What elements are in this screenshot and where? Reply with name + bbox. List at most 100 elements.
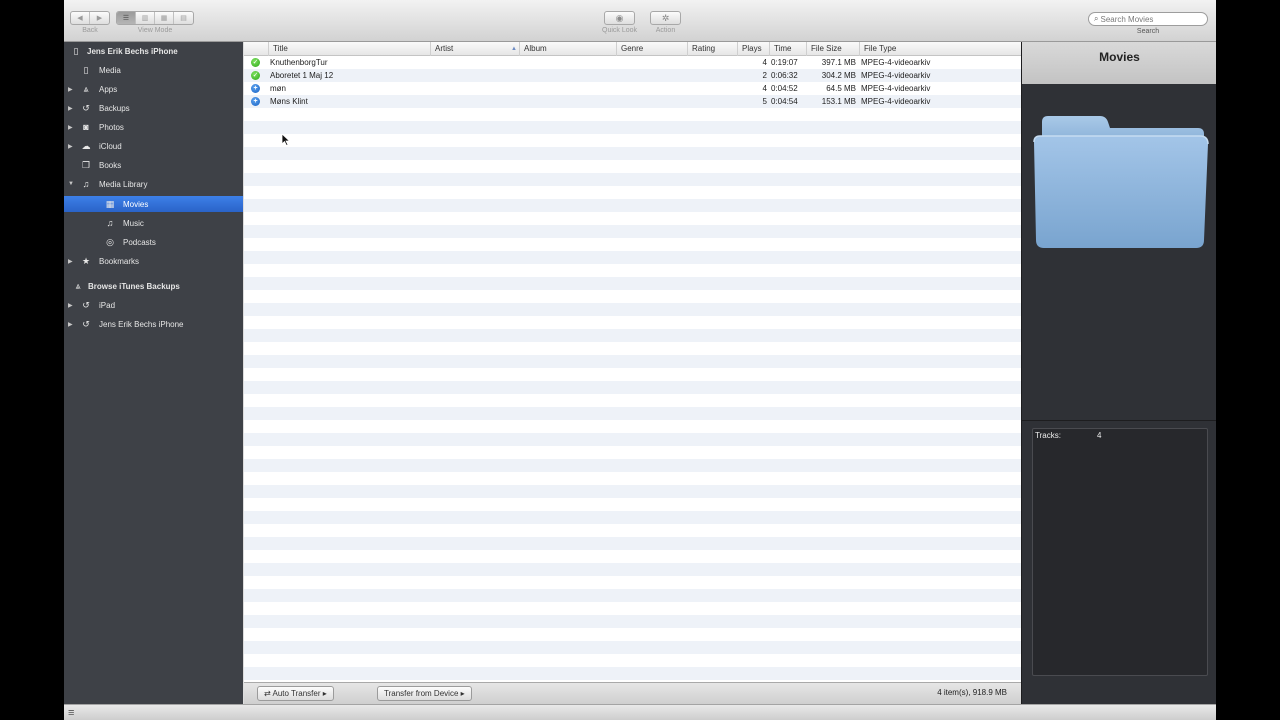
sort-ascending-icon: ▲ (511, 46, 517, 52)
book-icon: ❐ (81, 159, 91, 170)
star-icon: ★ (81, 255, 91, 266)
row-plays: 4 (762, 58, 767, 67)
sidebar-item-media[interactable]: ▯ Media (64, 62, 243, 78)
sidebar-device-header[interactable]: ▯ Jens Erik Bechs iPhone (64, 43, 243, 59)
sidebar-item-media-library[interactable]: ▼ ♫ Media Library (64, 176, 243, 192)
table-row[interactable]: + møn 4 0:04:52 64.5 MB MPEG-4-videoarki… (244, 82, 1021, 95)
column-plays[interactable]: Plays (737, 42, 769, 56)
sidebar-item-icloud[interactable]: ▶ ☁ iCloud (64, 138, 243, 154)
quick-look-group: ◉ Quick Look (602, 11, 637, 34)
column-genre[interactable]: Genre (616, 42, 687, 56)
info-panel: Movies Tracks: 4 (1021, 42, 1216, 704)
column-file-type[interactable]: File Type (859, 42, 1021, 56)
column-file-size[interactable]: File Size (806, 42, 859, 56)
column-time[interactable]: Time (769, 42, 806, 56)
table-row[interactable]: + Møns Klint 5 0:04:54 153.1 MB MPEG-4-v… (244, 95, 1021, 108)
add-to-device-icon[interactable]: + (251, 84, 260, 93)
row-file-size: 304.2 MB (821, 71, 856, 80)
sidebar-item-label: iCloud (99, 141, 122, 151)
forward-button[interactable]: ▶ (90, 12, 109, 24)
sidebar-header-label: Browse iTunes Backups (88, 281, 180, 291)
item-count-status: 4 item(s), 918.9 MB (937, 688, 1007, 697)
row-file-type: MPEG-4-videoarkiv (861, 58, 931, 67)
transfer-from-device-button[interactable]: Transfer from Device ▸ (377, 686, 472, 701)
sidebar-item-apps[interactable]: ▶ ⩓ Apps (64, 81, 243, 97)
film-icon: ▦ (105, 198, 115, 209)
sidebar-item-iphone-backup[interactable]: ▶ ↺ Jens Erik Bechs iPhone (64, 316, 243, 332)
auto-transfer-label: Auto Transfer (272, 689, 321, 698)
apps-icon: ⩓ (75, 280, 81, 291)
disclosure-right-icon[interactable]: ▶ (68, 321, 73, 328)
sidebar-item-label: Photos (99, 122, 124, 132)
column-album[interactable]: Album (519, 42, 616, 56)
camera-icon: ◙ (83, 122, 89, 132)
disclosure-right-icon[interactable]: ▶ (68, 302, 73, 309)
arrow-right-icon: ▶ (96, 15, 103, 22)
arrow-left-icon: ◀ (77, 15, 83, 22)
track-info-box: Tracks: 4 (1032, 428, 1208, 676)
back-button[interactable]: ◀ (71, 12, 90, 24)
quick-look-button[interactable]: ◉ (604, 11, 636, 25)
view-columns-button[interactable]: ▥ (136, 12, 155, 24)
cloud-icon: ☁ (81, 140, 91, 151)
sidebar-item-label: iPad (99, 300, 116, 310)
table-body: ✓ KnuthenborgTur 4 0:19:07 397.1 MB MPEG… (244, 56, 1021, 682)
column-title[interactable]: Title (268, 42, 430, 56)
sidebar-device-label: Jens Erik Bechs iPhone (87, 46, 178, 56)
sidebar-item-movies[interactable]: ▦ Movies (64, 196, 243, 212)
table-row[interactable]: ✓ KnuthenborgTur 4 0:19:07 397.1 MB MPEG… (244, 56, 1021, 69)
sidebar-item-ipad-backup[interactable]: ▶ ↺ iPad (64, 297, 243, 313)
disclosure-right-icon[interactable]: ▶ (68, 258, 73, 265)
search-field[interactable]: ⌕ (1088, 12, 1208, 26)
sidebar-item-label: Movies (123, 199, 149, 209)
column-rating[interactable]: Rating (687, 42, 737, 56)
row-plays: 5 (762, 97, 767, 106)
hamburger-menu-icon[interactable]: ≡ (68, 707, 74, 719)
sidebar-backups-header[interactable]: ⩓ Browse iTunes Backups (64, 278, 243, 294)
search-group: ⌕ Search (1088, 12, 1208, 35)
column-artist-label: Artist (435, 44, 454, 53)
folder-icon (1033, 116, 1209, 248)
view-coverflow-button[interactable]: ▤ (174, 12, 193, 24)
view-list-button[interactable]: ☰ (117, 12, 136, 24)
gear-icon: ✲ (661, 12, 670, 23)
row-file-type: MPEG-4-videoarkiv (861, 71, 931, 80)
quick-look-label: Quick Look (602, 27, 638, 34)
row-title: KnuthenborgTur (270, 58, 328, 67)
disclosure-down-icon[interactable]: ▼ (68, 181, 74, 187)
row-time: 0:04:54 (771, 97, 798, 106)
sidebar-item-label: Apps (99, 84, 118, 94)
sidebar-item-books[interactable]: ❐ Books (64, 157, 243, 173)
on-device-check-icon: ✓ (251, 71, 260, 80)
view-mode-label: View Mode (137, 27, 173, 34)
sidebar-item-bookmarks[interactable]: ▶ ★ Bookmarks (64, 253, 243, 269)
sidebar-item-label: Bookmarks (99, 256, 140, 266)
search-input[interactable] (1100, 14, 1201, 24)
view-grid-button[interactable]: ▦ (155, 12, 174, 24)
disclosure-right-icon[interactable]: ▶ (68, 105, 73, 112)
tracks-label: Tracks: (1035, 431, 1061, 440)
column-header: Title Artist ▲ Album Genre Rating Plays T… (244, 42, 1021, 56)
sidebar-item-photos[interactable]: ▶ ◙ Photos (64, 119, 243, 135)
back-forward-group: ◀ ▶ Back (70, 11, 110, 34)
list-view-icon: ☰ (122, 15, 130, 22)
podcast-icon: ◎ (106, 236, 114, 247)
sidebar-item-backups[interactable]: ▶ ↺ Backups (64, 100, 243, 116)
table-row[interactable]: ✓ Aboretet 1 Maj 12 2 0:06:32 304.2 MB M… (244, 69, 1021, 82)
add-to-device-icon[interactable]: + (251, 97, 260, 106)
disclosure-right-icon[interactable]: ▶ (68, 124, 73, 131)
disclosure-right-icon[interactable]: ▶ (68, 143, 73, 150)
search-icon: ⌕ (1094, 14, 1099, 23)
sidebar-item-podcasts[interactable]: ◎ Podcasts (64, 234, 243, 250)
auto-transfer-button[interactable]: ⇄ Auto Transfer ▸ (257, 686, 334, 701)
action-button[interactable]: ✲ (650, 11, 681, 25)
column-artist[interactable]: Artist ▲ (430, 42, 519, 56)
coverflow-view-icon: ▤ (180, 15, 187, 22)
transfer-icon: ⇄ (264, 689, 271, 698)
app-window: ◀ ▶ Back ☰ ▥ ▦ ▤ View Mode ◉ Quick Look … (64, 0, 1216, 720)
disclosure-right-icon[interactable]: ▶ (68, 86, 73, 93)
movie-list: Title Artist ▲ Album Genre Rating Plays T… (244, 42, 1021, 682)
sidebar-item-music[interactable]: ♫ Music (64, 215, 243, 231)
row-file-type: MPEG-4-videoarkiv (861, 97, 931, 106)
sidebar-item-label: Podcasts (123, 237, 156, 247)
